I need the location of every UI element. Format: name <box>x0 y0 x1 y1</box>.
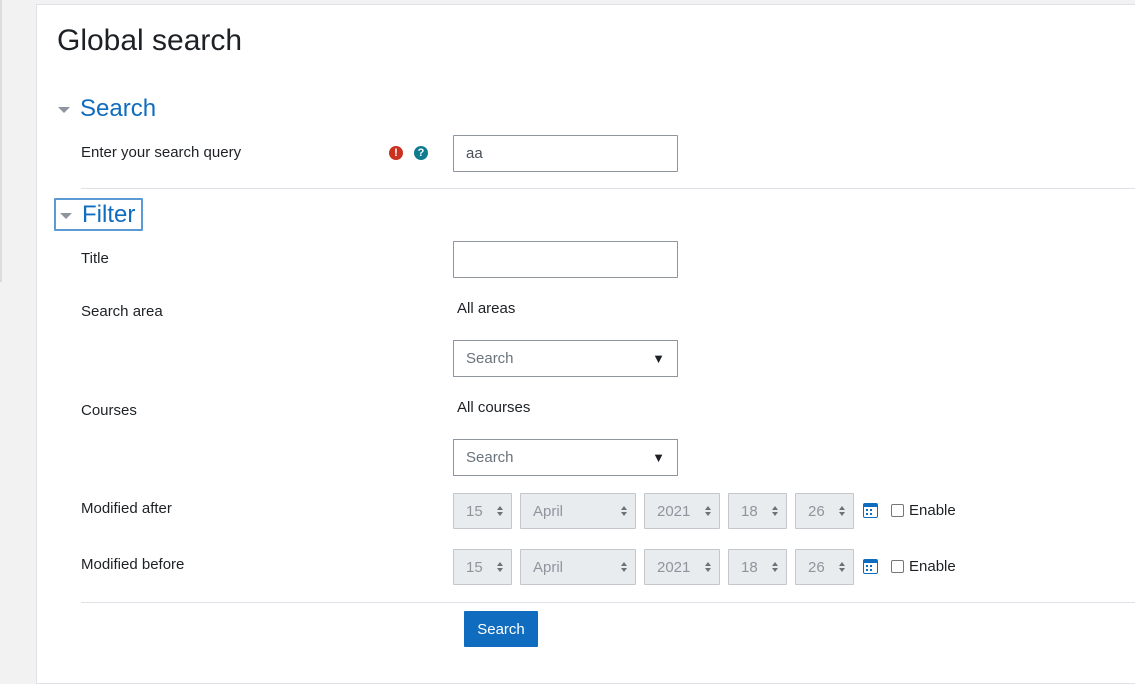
year-value: 2021 <box>657 502 691 520</box>
title-label: Title <box>81 250 109 267</box>
modified-before-day-select[interactable]: 15 <box>453 549 512 585</box>
hour-value: 18 <box>741 502 758 520</box>
year-value: 2021 <box>657 558 691 576</box>
select-arrows-icon <box>705 562 711 572</box>
select-arrows-icon <box>839 506 845 516</box>
form-divider <box>81 602 1135 603</box>
modified-before-year-select[interactable]: 2021 <box>644 549 720 585</box>
search-area-selection: All areas <box>457 300 516 317</box>
day-value: 15 <box>466 558 483 576</box>
minute-value: 26 <box>808 502 825 520</box>
courses-selection: All courses <box>457 399 531 416</box>
select-arrows-icon <box>621 506 627 516</box>
modified-before-month-select[interactable]: April <box>520 549 636 585</box>
search-section-heading: Search <box>80 95 157 122</box>
modified-after-minute-select[interactable]: 26 <box>795 493 854 529</box>
modified-after-day-select[interactable]: 15 <box>453 493 512 529</box>
select-arrows-icon <box>497 562 503 572</box>
minute-value: 26 <box>808 558 825 576</box>
select-arrows-icon <box>772 506 778 516</box>
collapse-caret-icon <box>58 107 70 113</box>
courses-placeholder: Search <box>466 449 514 466</box>
left-drawer-edge <box>0 0 21 667</box>
dropdown-arrow-icon[interactable]: ▼ <box>652 450 665 465</box>
month-value: April <box>533 558 564 576</box>
filter-section-heading: Filter <box>82 200 136 228</box>
search-query-label: Enter your search query <box>81 144 242 161</box>
courses-autocomplete[interactable]: Search ▼ <box>453 439 678 476</box>
collapse-caret-icon <box>60 212 72 219</box>
select-arrows-icon <box>497 506 503 516</box>
day-value: 15 <box>466 502 483 520</box>
search-section-toggle[interactable]: Search <box>58 94 156 124</box>
search-area-placeholder: Search <box>466 350 514 367</box>
checkbox-box[interactable] <box>891 504 904 517</box>
modified-after-enable-checkbox[interactable]: Enable <box>891 502 956 519</box>
select-arrows-icon <box>772 562 778 572</box>
enable-label: Enable <box>909 502 956 519</box>
section-divider <box>81 188 1135 189</box>
title-input[interactable] <box>453 241 678 278</box>
modified-after-hour-select[interactable]: 18 <box>728 493 787 529</box>
search-area-autocomplete[interactable]: Search ▼ <box>453 340 678 377</box>
select-arrows-icon <box>839 562 845 572</box>
select-arrows-icon <box>705 506 711 516</box>
modified-before-hour-select[interactable]: 18 <box>728 549 787 585</box>
month-value: April <box>533 502 564 520</box>
filter-section-toggle[interactable]: Filter <box>54 198 144 231</box>
search-submit-button[interactable]: Search <box>464 611 538 647</box>
modified-before-enable-checkbox[interactable]: Enable <box>891 558 956 575</box>
required-icon: ! <box>389 146 403 160</box>
calendar-icon[interactable] <box>863 559 878 574</box>
page-title: Global search <box>57 24 243 57</box>
hour-value: 18 <box>741 558 758 576</box>
modified-after-year-select[interactable]: 2021 <box>644 493 720 529</box>
help-icon[interactable]: ? <box>414 146 428 160</box>
enable-label: Enable <box>909 558 956 575</box>
courses-label: Courses <box>81 402 137 419</box>
modified-after-label: Modified after <box>81 500 172 517</box>
search-area-label: Search area <box>81 303 163 320</box>
modified-before-minute-select[interactable]: 26 <box>795 549 854 585</box>
select-arrows-icon <box>621 562 627 572</box>
dropdown-arrow-icon[interactable]: ▼ <box>652 351 665 366</box>
modified-after-month-select[interactable]: April <box>520 493 636 529</box>
checkbox-box[interactable] <box>891 560 904 573</box>
calendar-icon[interactable] <box>863 503 878 518</box>
search-query-input[interactable] <box>453 135 678 172</box>
modified-before-label: Modified before <box>81 556 185 573</box>
